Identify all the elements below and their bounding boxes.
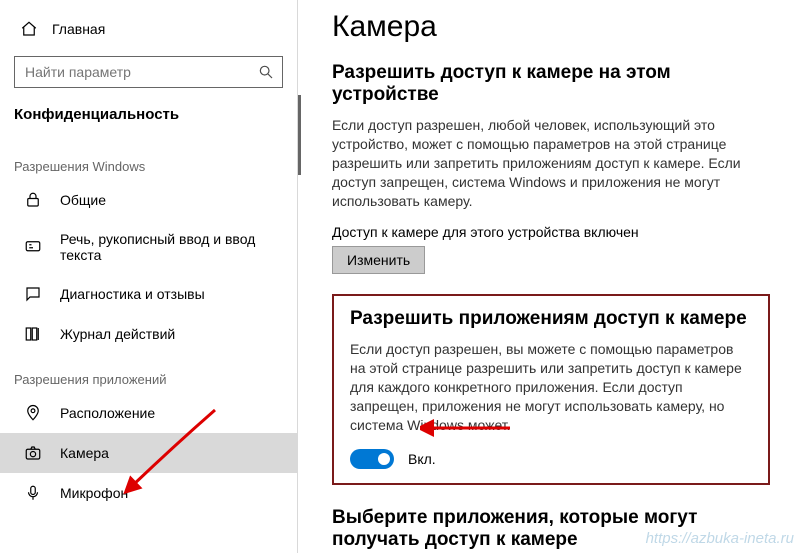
section-heading-choose-apps: Выберите приложения, которые могут получ… [332,507,770,551]
section-heading-app-access: Разрешить приложениям доступ к камере [350,308,752,330]
location-icon [24,404,42,422]
search-box[interactable] [14,56,283,88]
home-icon [20,20,38,38]
sidebar-item-activity[interactable]: Журнал действий [0,314,297,354]
home-label: Главная [52,21,105,37]
toggle-state-label: Вкл. [408,451,436,467]
sidebar-item-speech[interactable]: Речь, рукописный ввод и ввод текста [0,220,297,274]
current-section-title: Конфиденциальность [0,100,297,141]
speech-icon [24,238,42,256]
sidebar-item-label: Микрофон [60,485,128,501]
sidebar-item-camera[interactable]: Камера [0,433,297,473]
feedback-icon [24,285,42,303]
sidebar-item-general[interactable]: Общие [0,180,297,220]
change-button[interactable]: Изменить [332,246,425,274]
microphone-icon [24,484,42,502]
app-access-toggle-row: Вкл. [350,449,752,469]
sidebar-item-diagnostics[interactable]: Диагностика и отзывы [0,274,297,314]
device-access-description: Если доступ разрешен, любой человек, исп… [332,116,770,210]
home-nav[interactable]: Главная [0,12,297,48]
activity-icon [24,325,42,343]
search-input[interactable] [25,64,258,80]
page-title: Камера [332,10,770,44]
section-heading-device-access: Разрешить доступ к камере на этом устрой… [332,62,770,106]
group-title-apps: Разрешения приложений [0,354,297,393]
sidebar-item-microphone[interactable]: Микрофон [0,473,297,513]
lock-icon [24,191,42,209]
device-access-status: Доступ к камере для этого устройства вкл… [332,224,770,240]
sidebar-item-label: Речь, рукописный ввод и ввод текста [60,231,283,263]
sidebar-item-label: Диагностика и отзывы [60,286,205,302]
sidebar-item-label: Расположение [60,405,155,421]
search-icon [258,64,274,80]
app-access-highlight: Разрешить приложениям доступ к камере Ес… [332,294,770,484]
app-access-toggle[interactable] [350,449,394,469]
settings-sidebar: Главная Конфиденциальность Разрешения Wi… [0,0,298,553]
sidebar-item-label: Журнал действий [60,326,175,342]
sidebar-item-label: Общие [60,192,106,208]
sidebar-item-label: Камера [60,445,109,461]
camera-icon [24,444,42,462]
group-title-windows: Разрешения Windows [0,141,297,180]
app-access-description: Если доступ разрешен, вы можете с помощь… [350,340,752,434]
settings-content: Камера Разрешить доступ к камере на этом… [298,0,800,553]
sidebar-item-location[interactable]: Расположение [0,393,297,433]
